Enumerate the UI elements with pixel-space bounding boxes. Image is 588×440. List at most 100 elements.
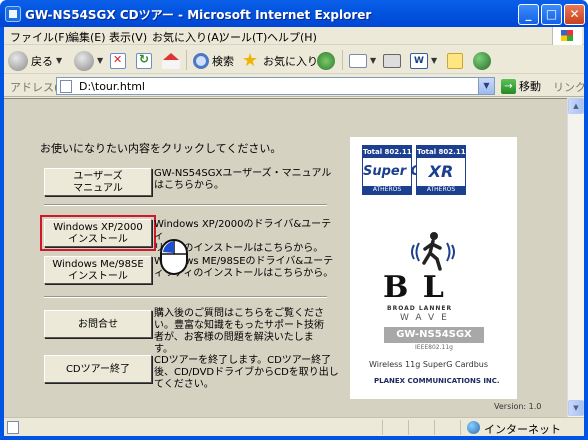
home-button[interactable] (162, 50, 180, 71)
edit-dropdown-icon[interactable]: ▼ (431, 56, 437, 65)
search-label: 検索 (212, 54, 234, 68)
badge-mid-text: Super G (363, 164, 422, 179)
product-description: Wireless 11g SuperG Cardbus (369, 360, 489, 369)
divider (44, 204, 327, 206)
users-manual-button[interactable]: ユーザーズ マニュアル (44, 168, 152, 196)
toolbar-separator (186, 50, 187, 70)
menu-view[interactable]: 表示(V) (109, 29, 147, 45)
forward-dropdown-icon[interactable]: ▼ (97, 56, 103, 65)
status-bar: インターネット (4, 417, 584, 436)
mail-button[interactable]: ▼ (349, 50, 376, 71)
go-arrow-icon: → (501, 78, 516, 94)
superg-badge: Total 802.11 Super G ATHEROS (362, 145, 422, 195)
back-dropdown-icon[interactable]: ▼ (56, 56, 62, 65)
print-icon (383, 53, 401, 68)
edit-button[interactable]: W ▼ (410, 50, 437, 71)
window-title: GW-NS54SGX CDツアー - Microsoft Internet Ex… (25, 8, 372, 22)
history-button[interactable] (317, 50, 335, 71)
print-button[interactable] (383, 50, 401, 71)
refresh-button[interactable] (136, 50, 152, 71)
xr-badge: Total 802.11 XR ATHEROS (416, 145, 466, 195)
browser-window: GW-NS54SGX CDツアー - Microsoft Internet Ex… (0, 0, 588, 440)
contact-button[interactable]: お問合せ (44, 310, 152, 338)
brand-subtitle: BROAD LANNER (387, 305, 453, 312)
users-manual-desc: GW-NS54SGXユーザーズ・マニュアル はこちらから。 (154, 168, 332, 191)
mail-icon (349, 53, 367, 68)
instruction-text: お使いになりたい内容をクリックしてください。 (40, 142, 282, 155)
history-icon (317, 51, 335, 70)
title-bar[interactable]: GW-NS54SGX CDツアー - Microsoft Internet Ex… (0, 0, 588, 27)
page-content: お使いになりたい内容をクリックしてください。 ユーザーズ マニュアル GW-NS… (4, 98, 567, 417)
discuss-button[interactable] (447, 50, 463, 71)
forward-icon (74, 50, 94, 71)
vertical-scrollbar[interactable]: ▲ ▼ (567, 98, 584, 417)
favorites-button[interactable]: ★ お気に入り (242, 50, 318, 71)
back-button[interactable]: 戻る ▼ (8, 50, 62, 71)
status-separator (434, 420, 435, 435)
ie-window-icon[interactable] (5, 6, 21, 22)
model-name-plate: GW-NS54SGX (384, 327, 484, 343)
badge-mid-text: XR (428, 162, 454, 181)
exit-tour-button[interactable]: CDツアー終了 (44, 355, 152, 383)
go-button[interactable]: → 移動 (501, 78, 541, 94)
standard-toolbar: 戻る ▼ ▼ 検索 ★ お気に入り (4, 46, 584, 74)
scroll-down-icon[interactable]: ▼ (568, 400, 584, 416)
home-icon (162, 52, 180, 69)
search-icon (193, 52, 209, 69)
exit-tour-desc: CDツアーを終了します。CDツアー終了 後、CD/DVDドライブからCDを取り出… (154, 355, 339, 390)
address-dropdown-icon[interactable]: ▼ (478, 78, 494, 94)
menu-help[interactable]: ヘルプ(H) (267, 29, 317, 45)
menu-favorites[interactable]: お気に入り(A) (152, 29, 223, 45)
winme-install-button[interactable]: Windows Me/98SE インストール (44, 256, 152, 284)
menu-tools[interactable]: ツール(T) (219, 29, 267, 45)
messenger-icon (473, 51, 491, 70)
product-logo-panel: Total 802.11 Super G ATHEROS Total 802.1… (350, 137, 517, 399)
stop-button[interactable] (110, 50, 126, 71)
minimize-button[interactable]: _ (518, 4, 539, 25)
badge-top-text: Total 802.11 (363, 146, 412, 158)
address-input[interactable]: D:\tour.html ▼ (56, 77, 495, 95)
window-client: ファイル(F) 編集(E) 表示(V) お気に入り(A) ツール(T) ヘルプ(… (4, 27, 588, 436)
edit-icon: W (410, 52, 428, 69)
runner-logo-icon (411, 232, 455, 271)
forward-button[interactable]: ▼ (74, 50, 103, 71)
address-value: D:\tour.html (79, 80, 145, 93)
search-button[interactable]: 検索 (193, 50, 234, 71)
menu-file[interactable]: ファイル(F) (10, 29, 69, 45)
maximize-button[interactable]: □ (541, 4, 562, 25)
mouse-cursor-icon (160, 239, 188, 275)
refresh-icon (136, 52, 152, 69)
favorites-star-icon: ★ (242, 49, 259, 71)
messenger-button[interactable] (473, 50, 491, 71)
contact-desc: 購入後のご質問はこちらをご覧くださ い。豊富な知識をもったサポート技術 者が、お… (154, 308, 324, 355)
back-label: 戻る (31, 54, 53, 68)
page-icon (7, 421, 19, 434)
stop-icon (110, 52, 126, 69)
close-button[interactable]: ✕ (564, 4, 585, 25)
model-standard: IEEE802.11g (415, 344, 453, 351)
scroll-up-icon[interactable]: ▲ (568, 98, 584, 114)
divider (44, 296, 327, 298)
note-icon (447, 52, 463, 69)
status-separator (382, 420, 383, 435)
toolbar-separator (342, 50, 343, 70)
go-label: 移動 (519, 80, 541, 93)
mail-dropdown-icon[interactable]: ▼ (370, 56, 376, 65)
links-button[interactable]: リンク » (553, 79, 588, 95)
globe-icon (467, 421, 480, 434)
badge-bottom-text: ATHEROS (363, 186, 411, 194)
page-icon (60, 80, 72, 93)
badge-bottom-text: ATHEROS (417, 186, 465, 194)
menu-edit[interactable]: 編集(E) (68, 29, 106, 45)
security-zone: インターネット (484, 423, 561, 436)
badge-top-text: Total 802.11 (417, 146, 466, 158)
company-name: PLANEX COMMUNICATIONS INC. (374, 377, 500, 385)
brand-letters: B L (383, 270, 446, 305)
status-separator (460, 420, 461, 435)
favorites-label: お気に入り (263, 54, 318, 68)
address-bar: アドレス(D) D:\tour.html ▼ → 移動 リンク » (4, 75, 588, 97)
back-icon (8, 50, 28, 71)
brand-wave-text: WAVE (400, 313, 454, 323)
winxp-install-button[interactable]: Windows XP/2000 インストール (40, 215, 156, 251)
menu-bar: ファイル(F) 編集(E) 表示(V) お気に入り(A) ツール(T) ヘルプ(… (4, 27, 584, 45)
